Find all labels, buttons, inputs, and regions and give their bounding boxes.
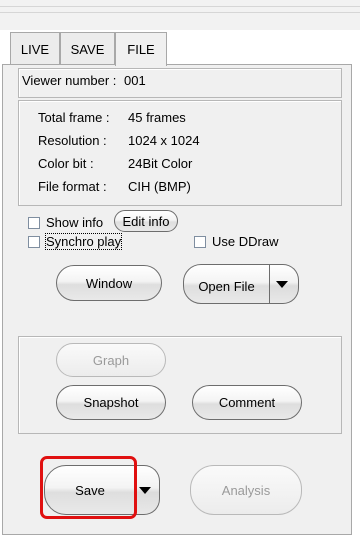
total-frame-label: Total frame : xyxy=(38,110,110,125)
color-bit-value: 24Bit Color xyxy=(128,156,193,171)
graph-button-label: Graph xyxy=(92,352,130,368)
synchro-play-checkbox[interactable] xyxy=(28,236,40,248)
tab-live-label: LIVE xyxy=(20,41,50,57)
snapshot-button[interactable]: Snapshot xyxy=(56,385,166,420)
open-file-dropdown-button[interactable] xyxy=(270,264,299,304)
file-format-value: CIH (BMP) xyxy=(128,179,191,194)
show-info-checkbox[interactable] xyxy=(28,217,40,229)
analysis-button[interactable]: Analysis xyxy=(190,465,302,515)
graph-button[interactable]: Graph xyxy=(56,343,166,377)
color-bit-label: Color bit : xyxy=(38,156,94,171)
edit-info-button[interactable]: Edit info xyxy=(114,210,178,232)
window-button[interactable]: Window xyxy=(56,265,162,301)
open-file-button-label: Open File xyxy=(198,278,255,294)
resolution-value: 1024 x 1024 xyxy=(128,133,200,148)
snapshot-button-label: Snapshot xyxy=(83,395,139,410)
edit-info-label: Edit info xyxy=(122,213,170,229)
comment-button[interactable]: Comment xyxy=(192,385,302,420)
use-ddraw-label: Use DDraw xyxy=(212,234,279,249)
title-strip xyxy=(0,0,360,30)
top-divider xyxy=(0,6,360,7)
tab-live[interactable]: LIVE xyxy=(10,32,60,65)
tab-file[interactable]: FILE xyxy=(115,32,167,66)
show-info-label: Show info xyxy=(46,215,104,230)
tab-file-label: FILE xyxy=(127,42,155,57)
chevron-down-icon xyxy=(276,281,288,288)
chevron-down-icon xyxy=(139,487,151,494)
window-button-label: Window xyxy=(85,275,133,291)
save-dropdown-button[interactable] xyxy=(136,465,160,515)
total-frame-value: 45 frames xyxy=(128,110,186,125)
open-file-button[interactable]: Open File xyxy=(183,264,270,304)
file-format-label: File format : xyxy=(38,179,107,194)
tab-save-label: SAVE xyxy=(70,41,105,57)
top-divider xyxy=(0,12,360,13)
viewer-number-value: 001 xyxy=(124,73,146,88)
save-highlight-box xyxy=(40,456,137,519)
comment-button-label: Comment xyxy=(218,395,276,410)
viewer-number-label: Viewer number : xyxy=(22,73,117,88)
resolution-label: Resolution : xyxy=(38,133,107,148)
analysis-button-label: Analysis xyxy=(221,482,271,498)
synchro-play-label: Synchro play xyxy=(44,233,123,250)
tab-save[interactable]: SAVE xyxy=(60,32,115,65)
use-ddraw-checkbox[interactable] xyxy=(194,236,206,248)
